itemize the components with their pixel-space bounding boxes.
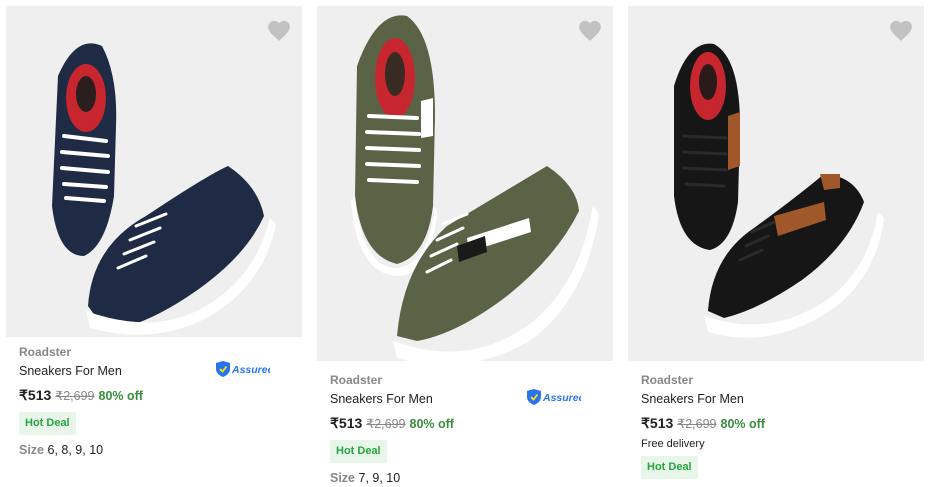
wishlist-heart-icon[interactable] [266, 18, 292, 42]
wishlist-heart-icon[interactable] [577, 18, 603, 42]
price-row: ₹513 ₹2,699 80% off [19, 386, 302, 404]
product-info: Roadster Sneakers For Men ₹513 ₹2,699 80% … [628, 361, 924, 479]
size-label: Size [19, 443, 45, 457]
product-image[interactable] [628, 6, 924, 361]
original-price: ₹2,699 [677, 417, 717, 431]
sneaker-image [351, 15, 599, 361]
size-info: Size 6, 8, 9, 10 [19, 441, 302, 459]
selling-price: ₹513 [19, 387, 52, 403]
delivery-info: Free delivery [641, 438, 705, 450]
hot-deal-badge: Hot Deal [330, 440, 387, 463]
price-row: ₹513 ₹2,699 80% off [641, 414, 924, 432]
product-image[interactable] [317, 6, 613, 361]
assured-badge-icon: Assured [525, 389, 581, 405]
product-card[interactable]: Roadster Sneakers For Men ₹513 ₹2,699 80% … [628, 6, 924, 479]
hot-deal-badge: Hot Deal [19, 412, 76, 435]
selling-price: ₹513 [330, 415, 363, 431]
discount-percent: 80% off [98, 389, 143, 403]
size-values: 7, 9, 10 [358, 471, 401, 485]
assured-label: Assured [542, 392, 581, 404]
product-info: Roadster Sneakers For Men Assured ₹513 ₹2… [317, 361, 613, 487]
selling-price: ₹513 [641, 415, 674, 431]
product-info: Roadster Sneakers For Men Assured ₹513 ₹2… [6, 337, 302, 459]
sneaker-image [52, 43, 276, 335]
discount-percent: 80% off [720, 417, 765, 431]
sneaker-image [674, 43, 884, 338]
product-brand: Roadster [641, 373, 694, 387]
hot-deal-badge: Hot Deal [641, 456, 698, 479]
original-price: ₹2,699 [366, 417, 406, 431]
product-card[interactable]: Roadster Sneakers For Men Assured ₹513 ₹2… [317, 6, 613, 487]
original-price: ₹2,699 [55, 389, 95, 403]
product-image[interactable] [6, 6, 302, 337]
assured-badge-icon: Assured [214, 361, 270, 377]
product-brand: Roadster [19, 345, 72, 359]
price-row: ₹513 ₹2,699 80% off [330, 414, 613, 432]
product-card[interactable]: Roadster Sneakers For Men Assured ₹513 ₹2… [6, 6, 302, 459]
assured-label: Assured [231, 364, 270, 376]
product-title[interactable]: Sneakers For Men [641, 390, 924, 409]
wishlist-heart-icon[interactable] [888, 18, 914, 42]
discount-percent: 80% off [409, 417, 454, 431]
size-info: Size 7, 9, 10 [330, 469, 613, 487]
size-values: 6, 8, 9, 10 [47, 443, 104, 457]
product-brand: Roadster [330, 373, 383, 387]
size-label: Size [330, 471, 356, 485]
